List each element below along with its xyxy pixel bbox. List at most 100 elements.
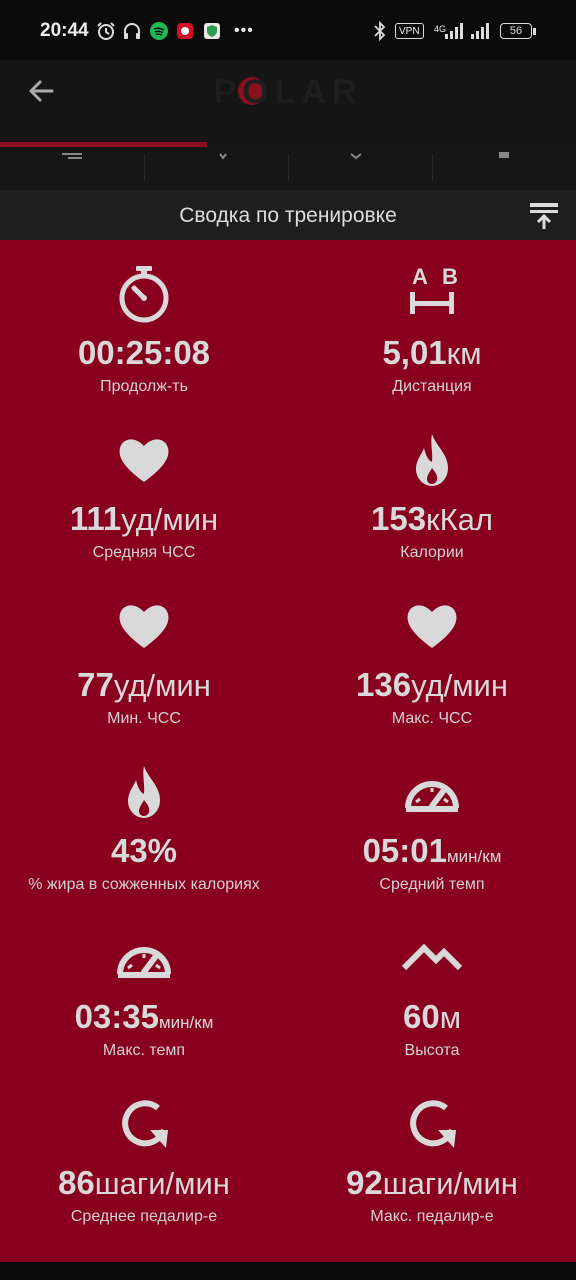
bluetooth-icon — [372, 20, 388, 42]
metric-number: 00:25:08 — [77, 334, 211, 371]
metric-number: 03:35 — [74, 998, 159, 1035]
metric-label: Дистанция — [392, 378, 472, 395]
metric-label: Макс. ЧСС — [391, 710, 473, 727]
metric-label: Мин. ЧСС — [107, 710, 181, 727]
metric-value: 111уд/мин — [0, 500, 288, 538]
metric-value: 05:01мин/км — [288, 832, 576, 870]
logo-text: POLAR — [214, 73, 363, 109]
tab-heart-rate[interactable] — [145, 153, 289, 180]
distance-icon: AB — [402, 264, 462, 324]
headphones-icon — [122, 20, 142, 42]
metric-card: 43% % жира в сожженных калориях — [0, 738, 288, 904]
more-notifications-icon: ••• — [234, 22, 254, 39]
list-icon — [62, 153, 82, 159]
metric-unit: шаги/мин — [94, 1166, 230, 1201]
summary-header: Сводка по тренировке — [0, 190, 576, 240]
svg-text:A: A — [412, 264, 428, 289]
metric-number: 60 — [402, 998, 440, 1035]
metric-card: 03:35мин/км Макс. темп — [0, 904, 288, 1070]
metric-unit: уд/мин — [113, 668, 211, 703]
metric-value: 03:35мин/км — [0, 998, 288, 1036]
metric-value: 86шаги/мин — [0, 1164, 288, 1202]
vpn-badge: VPN — [395, 23, 424, 39]
metric-card: 60м Высота — [288, 904, 576, 1070]
system-navigation-bar — [0, 1262, 576, 1280]
metric-value: 60м — [288, 998, 576, 1036]
speedometer-icon — [114, 928, 174, 988]
calendar-icon — [499, 152, 509, 158]
metric-card: 86шаги/мин Среднее педалир-е — [0, 1070, 288, 1236]
back-button[interactable] — [24, 74, 58, 108]
status-time: 20:44 — [40, 20, 89, 41]
heart-icon — [114, 596, 174, 656]
metric-value: 00:25:08 — [0, 334, 288, 372]
metric-label: Продолж-ть — [100, 378, 188, 395]
metric-card: A B 5,01км Дистанция — [288, 240, 576, 406]
metric-unit: мин/км — [158, 1013, 214, 1032]
metric-card: 136уд/мин Макс. ЧСС — [288, 572, 576, 738]
upload-icon — [530, 203, 558, 229]
metric-label: Средняя ЧСС — [92, 544, 196, 561]
status-bar: 20:44 ••• VPN 4G 56 — [0, 0, 576, 60]
metric-unit: уд/мин — [121, 502, 219, 537]
chevron-down-icon — [350, 153, 362, 160]
metric-label: Калории — [400, 544, 464, 561]
metric-label: Макс. педалир-е — [370, 1208, 494, 1225]
mountain-icon — [401, 928, 463, 988]
metric-unit: м — [439, 1000, 462, 1035]
tab-route[interactable] — [289, 153, 433, 180]
metric-number: 86 — [58, 1164, 95, 1201]
metric-card: 00:25:08 Продолж-ть — [0, 240, 288, 406]
cadence-icon — [402, 1094, 462, 1154]
metric-value: 153кКал — [288, 500, 576, 538]
export-button[interactable] — [528, 202, 560, 230]
stopwatch-icon — [114, 264, 174, 324]
shield-icon — [203, 20, 221, 42]
metric-unit: уд/мин — [411, 668, 508, 703]
spotify-icon — [150, 20, 168, 42]
progress-fill — [0, 142, 208, 147]
flame-icon — [114, 762, 174, 822]
metric-label: % жира в сожженных калориях — [28, 876, 260, 893]
summary-title: Сводка по тренировке — [179, 204, 397, 227]
tab-strip — [0, 152, 576, 190]
metric-label: Среднее педалир-е — [70, 1208, 218, 1225]
metric-number: 43% — [110, 832, 178, 869]
metric-number: 5,01 — [382, 334, 447, 371]
metric-label: Средний темп — [379, 876, 485, 893]
signal-icon — [470, 20, 492, 42]
app-notification-icon — [176, 20, 194, 42]
metric-number: 111 — [69, 500, 122, 537]
metric-value: 136уд/мин — [288, 666, 576, 704]
arrow-left-icon — [29, 80, 54, 102]
metric-number: 136 — [356, 666, 412, 703]
metric-number: 77 — [77, 666, 114, 703]
metric-card: 05:01мин/км Средний темп — [288, 738, 576, 904]
metric-number: 153 — [370, 500, 427, 537]
page-progress — [0, 142, 576, 154]
metric-card: 153кКал Калории — [288, 406, 576, 572]
metric-unit: км — [446, 336, 482, 371]
battery-level: 56 — [500, 23, 532, 39]
metric-number: 92 — [346, 1164, 383, 1201]
cadence-icon — [114, 1094, 174, 1154]
metric-label: Высота — [404, 1042, 460, 1059]
speedometer-icon — [402, 762, 462, 822]
metric-unit: шаги/мин — [382, 1166, 518, 1201]
metric-value: 77уд/мин — [0, 666, 288, 704]
metric-unit: мин/км — [446, 847, 502, 866]
metrics-grid: 00:25:08 Продолж-ть A B 5,01км Дистанция 111уд… — [0, 240, 576, 1262]
metric-value: 92шаги/мин — [288, 1164, 576, 1202]
metric-card: 111уд/мин Средняя ЧСС — [0, 406, 288, 572]
metric-value: 43% — [0, 832, 288, 870]
metric-card: 92шаги/мин Макс. педалир-е — [288, 1070, 576, 1236]
heart-icon — [402, 596, 462, 656]
tab-calendar[interactable] — [433, 152, 576, 180]
metric-card: 77уд/мин Мин. ЧСС — [0, 572, 288, 738]
metric-number: 05:01 — [362, 832, 447, 869]
polar-logo: POLAR — [198, 73, 378, 111]
flame-icon — [402, 430, 462, 490]
alarm-icon — [96, 20, 116, 42]
tab-summary[interactable] — [0, 153, 145, 180]
metric-label: Макс. темп — [102, 1042, 186, 1059]
